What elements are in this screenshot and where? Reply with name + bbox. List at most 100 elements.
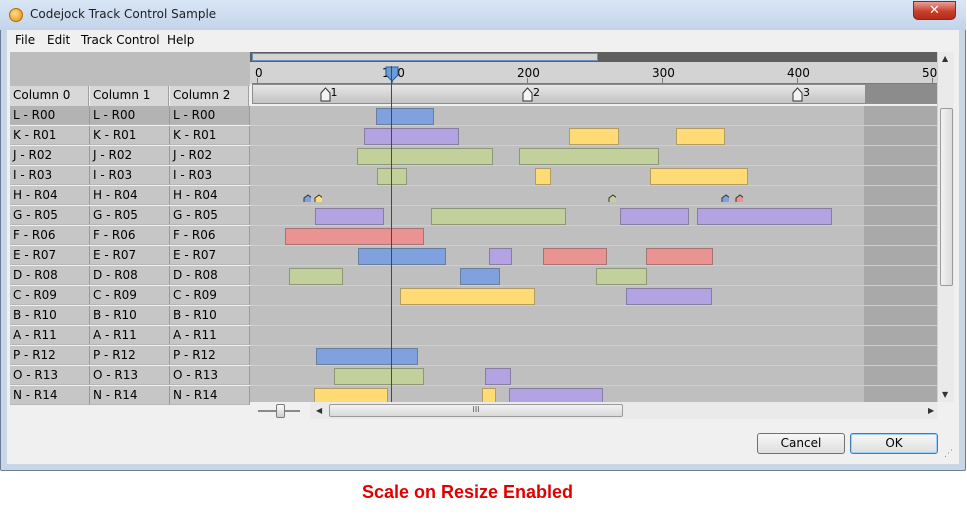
row-cell[interactable]: B - R10 [170, 306, 250, 325]
scroll-left-arrow-icon[interactable]: ◀ [316, 406, 322, 415]
row-cell[interactable]: I - R03 [90, 166, 170, 185]
work-area-bar[interactable] [252, 84, 866, 104]
row-cell[interactable]: E - R07 [170, 246, 250, 265]
row-cell[interactable]: J - R02 [10, 146, 90, 165]
key-marker-icon[interactable] [303, 194, 311, 202]
row-cell[interactable]: B - R10 [10, 306, 90, 325]
track-block[interactable] [333, 368, 425, 385]
track-block[interactable] [625, 288, 712, 305]
column-header-0[interactable]: Column 0 [10, 86, 89, 106]
resize-grip-icon[interactable]: ⋰ [944, 449, 956, 461]
track-block[interactable] [285, 228, 425, 245]
row-cell[interactable]: D - R08 [10, 266, 90, 285]
track-block[interactable] [645, 248, 714, 265]
row-cell[interactable]: E - R07 [90, 246, 170, 265]
row-cell[interactable]: H - R04 [170, 186, 250, 205]
track-block[interactable] [675, 128, 726, 145]
time-ruler[interactable] [250, 62, 937, 84]
row-cell[interactable]: C - R09 [10, 286, 90, 305]
row-cell[interactable]: C - R09 [170, 286, 250, 305]
key-marker-icon[interactable] [608, 194, 617, 202]
menu-edit[interactable]: Edit [47, 33, 70, 47]
row-cell[interactable]: N - R14 [10, 386, 90, 405]
menu-file[interactable]: File [15, 33, 35, 47]
row-cell[interactable]: G - R05 [170, 206, 250, 225]
track-block[interactable] [358, 248, 446, 265]
cancel-button[interactable]: Cancel [757, 433, 845, 454]
row-cell[interactable]: F - R06 [90, 226, 170, 245]
column-header-2[interactable]: Column 2 [170, 86, 249, 106]
row-cell[interactable]: F - R06 [10, 226, 90, 245]
row-cell[interactable]: C - R09 [90, 286, 170, 305]
row-cell[interactable]: L - R00 [10, 106, 90, 125]
row-cell[interactable]: D - R08 [170, 266, 250, 285]
track-block[interactable] [459, 268, 500, 285]
row-cell[interactable]: K - R01 [170, 126, 250, 145]
row-cell[interactable]: O - R13 [10, 366, 90, 385]
menu-help[interactable]: Help [167, 33, 194, 47]
track-block[interactable] [649, 168, 749, 185]
vertical-scroll-thumb[interactable] [940, 108, 953, 286]
row-cell[interactable]: P - R12 [10, 346, 90, 365]
track-block[interactable] [289, 268, 344, 285]
key-marker-icon[interactable] [314, 194, 322, 202]
row-cell[interactable]: I - R03 [170, 166, 250, 185]
row-cell[interactable]: B - R10 [90, 306, 170, 325]
row-cell[interactable]: I - R03 [10, 166, 90, 185]
row-cell[interactable]: J - R02 [170, 146, 250, 165]
marker-pin-1[interactable]: 1 [320, 86, 344, 104]
row-cell[interactable]: D - R08 [90, 266, 170, 285]
row-cell[interactable]: K - R01 [90, 126, 170, 145]
marker-pin-2[interactable]: 2 [522, 86, 546, 104]
track-block[interactable] [489, 248, 513, 265]
track-block[interactable] [431, 208, 567, 225]
horizontal-scroll-thumb[interactable]: III [329, 404, 623, 417]
track-block[interactable] [356, 148, 494, 165]
row-cell[interactable]: G - R05 [10, 206, 90, 225]
track-block[interactable] [509, 388, 603, 402]
row-cell[interactable]: O - R13 [90, 366, 170, 385]
track-block[interactable] [482, 388, 496, 402]
row-cell[interactable]: O - R13 [170, 366, 250, 385]
scroll-right-arrow-icon[interactable]: ▶ [928, 406, 934, 415]
row-cell[interactable]: E - R07 [10, 246, 90, 265]
track-block[interactable] [543, 248, 607, 265]
track-block[interactable] [620, 208, 689, 225]
scroll-down-arrow-icon[interactable]: ▼ [942, 390, 948, 399]
track-block[interactable] [535, 168, 552, 185]
row-cell[interactable]: H - R04 [90, 186, 170, 205]
row-cell[interactable]: H - R04 [10, 186, 90, 205]
row-cell[interactable]: F - R06 [170, 226, 250, 245]
close-button[interactable]: ✕ [913, 1, 956, 20]
timeline-area[interactable] [250, 106, 937, 402]
column-header-1[interactable]: Column 1 [90, 86, 169, 106]
track-block[interactable] [518, 148, 660, 165]
track-block[interactable] [485, 368, 511, 385]
marker-pin-3[interactable]: 3 [792, 86, 816, 104]
track-block[interactable] [697, 208, 833, 225]
track-block[interactable] [363, 128, 460, 145]
track-block[interactable] [595, 268, 648, 285]
track-block[interactable] [313, 388, 388, 402]
zoom-slider-thumb[interactable] [276, 404, 285, 418]
row-cell[interactable]: A - R11 [170, 326, 250, 345]
row-cell[interactable]: L - R00 [90, 106, 170, 125]
ok-button[interactable]: OK [850, 433, 938, 454]
scroll-up-arrow-icon[interactable]: ▲ [942, 54, 948, 63]
menu-track-control[interactable]: Track Control [81, 33, 160, 47]
track-block[interactable] [316, 348, 418, 365]
track-block[interactable] [315, 208, 384, 225]
track-block[interactable] [375, 108, 434, 125]
row-cell[interactable]: G - R05 [90, 206, 170, 225]
track-block[interactable] [568, 128, 619, 145]
playhead-handle-icon[interactable] [385, 66, 399, 82]
row-cell[interactable]: N - R14 [170, 386, 250, 405]
row-cell[interactable]: J - R02 [90, 146, 170, 165]
row-cell[interactable]: L - R00 [170, 106, 250, 125]
row-cell[interactable]: A - R11 [90, 326, 170, 345]
scale-range-handle[interactable] [252, 53, 598, 61]
row-cell[interactable]: K - R01 [10, 126, 90, 145]
row-cell[interactable]: A - R11 [10, 326, 90, 345]
track-block[interactable] [400, 288, 536, 305]
key-marker-icon[interactable] [735, 194, 743, 202]
